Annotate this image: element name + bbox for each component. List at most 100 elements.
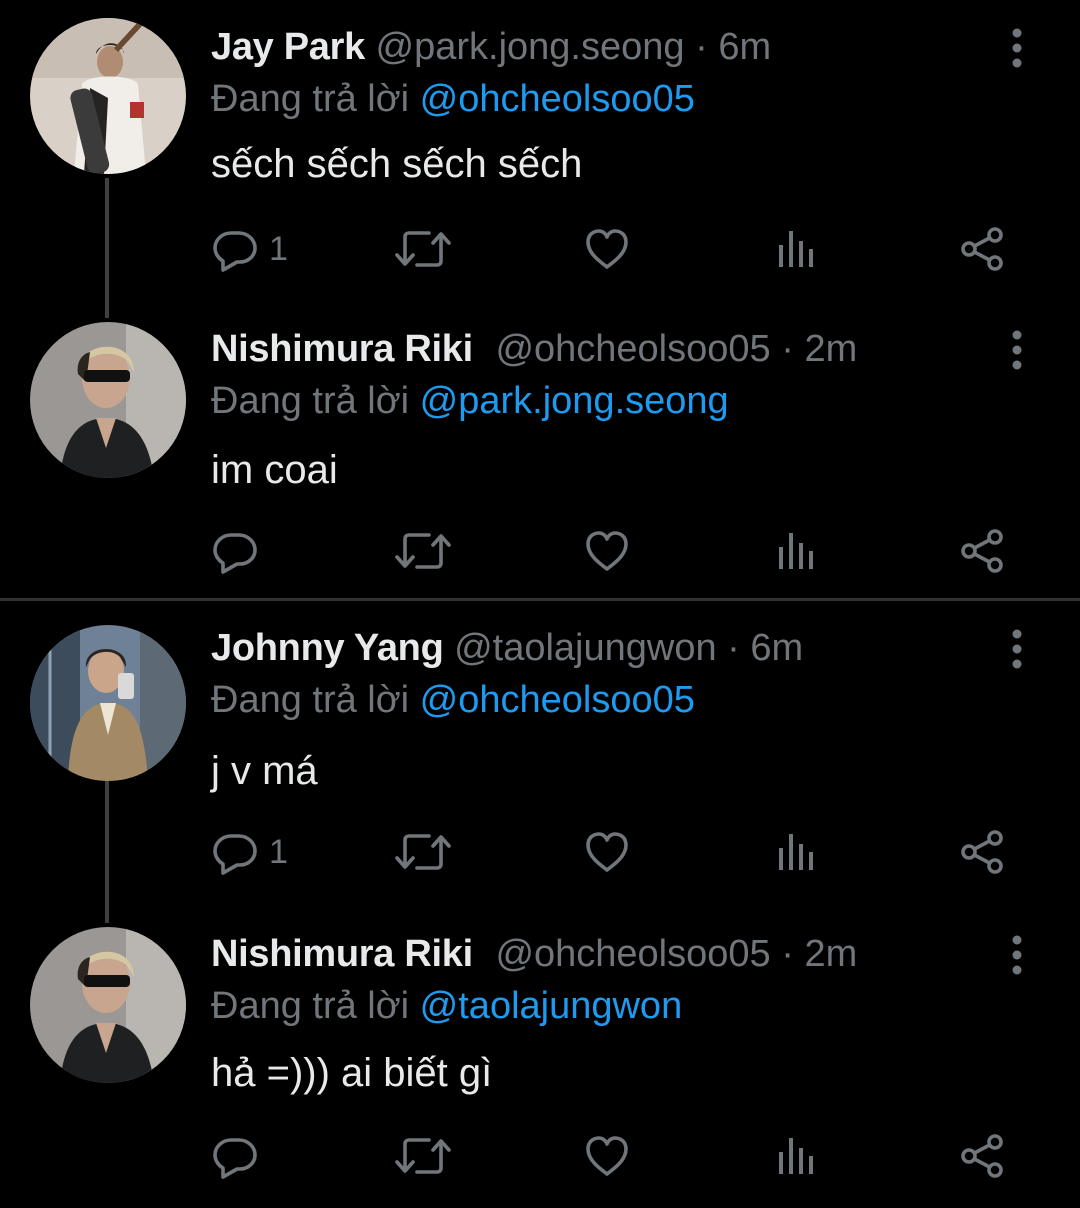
- retweet-button[interactable]: [395, 524, 451, 578]
- replying-to-line: Đang trả lời @taolajungwon: [211, 983, 682, 1029]
- display-name[interactable]: Jay Park: [211, 26, 365, 68]
- reply-button[interactable]: [211, 1129, 259, 1183]
- retweet-button[interactable]: [395, 825, 451, 879]
- tweet-actions: 1: [211, 825, 1031, 879]
- replying-to-line: Đang trả lời @park.jong.seong: [211, 378, 729, 424]
- avatar[interactable]: [30, 927, 186, 1083]
- avatar[interactable]: [30, 322, 186, 478]
- tweet-header: Nishimura Riki @ohcheolsoo05 · 2m: [211, 931, 857, 977]
- mention-link[interactable]: @ohcheolsoo05: [420, 78, 695, 120]
- like-button[interactable]: [583, 1129, 631, 1183]
- avatar[interactable]: [30, 18, 186, 174]
- replying-to-label: Đang trả lời: [211, 679, 420, 721]
- reply-icon: [211, 828, 259, 876]
- mention-link[interactable]: @ohcheolsoo05: [420, 679, 695, 721]
- more-icon: [1002, 26, 1032, 70]
- views-button[interactable]: [773, 222, 821, 276]
- conversation-thread: Johnny Yang @taolajungwon · 6m Đang trả …: [0, 601, 1080, 1208]
- thread-connector-line: [105, 781, 109, 923]
- like-button[interactable]: [583, 524, 631, 578]
- more-options-button[interactable]: [1002, 26, 1032, 70]
- reply-count: 1: [269, 230, 288, 268]
- views-button[interactable]: [773, 1129, 821, 1183]
- user-handle[interactable]: @park.jong.seong: [376, 26, 685, 68]
- share-icon: [959, 828, 1007, 876]
- tweet-header: Johnny Yang @taolajungwon · 6m: [211, 625, 803, 671]
- share-button[interactable]: [959, 825, 1007, 879]
- mention-link[interactable]: @park.jong.seong: [420, 380, 729, 422]
- share-button[interactable]: [959, 524, 1007, 578]
- thread-connector-line: [105, 178, 109, 318]
- tweet-text: j v má: [211, 749, 318, 793]
- tweet-text: hả =))) ai biết gì: [211, 1051, 493, 1095]
- more-options-button[interactable]: [1002, 328, 1032, 372]
- tweet-item[interactable]: Jay Park @park.jong.seong · 6m Đang trả …: [0, 0, 1080, 318]
- retweet-icon: [395, 828, 451, 876]
- more-options-button[interactable]: [1002, 627, 1032, 671]
- reply-count: 1: [269, 833, 288, 871]
- separator-dot: ·: [781, 328, 805, 370]
- retweet-icon: [395, 527, 451, 575]
- conversation-thread: Jay Park @park.jong.seong · 6m Đang trả …: [0, 0, 1080, 598]
- share-button[interactable]: [959, 222, 1007, 276]
- views-icon: [773, 225, 821, 273]
- tweet-text: sếch sếch sếch sếch: [211, 142, 583, 186]
- reply-button[interactable]: 1: [211, 825, 288, 879]
- tweet-item[interactable]: Johnny Yang @taolajungwon · 6m Đang trả …: [0, 601, 1080, 923]
- like-icon: [583, 225, 631, 273]
- replying-to-line: Đang trả lời @ohcheolsoo05: [211, 677, 695, 723]
- like-button[interactable]: [583, 222, 631, 276]
- more-options-button[interactable]: [1002, 933, 1032, 977]
- reply-button[interactable]: 1: [211, 222, 288, 276]
- replying-to-label: Đang trả lời: [211, 380, 420, 422]
- reply-icon: [211, 225, 259, 273]
- user-handle[interactable]: @taolajungwon: [454, 627, 717, 669]
- views-button[interactable]: [773, 825, 821, 879]
- share-button[interactable]: [959, 1129, 1007, 1183]
- tweet-actions: [211, 524, 1031, 578]
- replying-to-label: Đang trả lời: [211, 985, 420, 1027]
- tweet-header: Nishimura Riki @ohcheolsoo05 · 2m: [211, 326, 857, 372]
- replying-to-line: Đang trả lời @ohcheolsoo05: [211, 76, 695, 122]
- share-icon: [959, 1132, 1007, 1180]
- tweet-item[interactable]: Nishimura Riki @ohcheolsoo05 · 2m Đang t…: [0, 302, 1080, 598]
- more-icon: [1002, 627, 1032, 671]
- retweet-icon: [395, 225, 451, 273]
- separator-dot: ·: [695, 26, 719, 68]
- like-button[interactable]: [583, 825, 631, 879]
- display-name[interactable]: Nishimura Riki: [211, 933, 473, 975]
- more-icon: [1002, 328, 1032, 372]
- retweet-button[interactable]: [395, 222, 451, 276]
- timestamp[interactable]: 6m: [718, 26, 771, 68]
- share-icon: [959, 225, 1007, 273]
- like-icon: [583, 527, 631, 575]
- mention-link[interactable]: @taolajungwon: [420, 985, 683, 1027]
- tweet-item[interactable]: Nishimura Riki @ohcheolsoo05 · 2m Đang t…: [0, 907, 1080, 1208]
- retweet-button[interactable]: [395, 1129, 451, 1183]
- avatar[interactable]: [30, 625, 186, 781]
- timestamp[interactable]: 2m: [804, 328, 857, 370]
- tweet-header: Jay Park @park.jong.seong · 6m: [211, 24, 771, 70]
- timestamp[interactable]: 6m: [750, 627, 803, 669]
- tweet-text: im coai: [211, 448, 338, 492]
- timestamp[interactable]: 2m: [804, 933, 857, 975]
- user-handle[interactable]: @ohcheolsoo05: [495, 933, 770, 975]
- share-icon: [959, 527, 1007, 575]
- views-icon: [773, 1132, 821, 1180]
- like-icon: [583, 828, 631, 876]
- separator-dot: ·: [781, 933, 805, 975]
- tweet-actions: [211, 1129, 1031, 1183]
- user-handle[interactable]: @ohcheolsoo05: [495, 328, 770, 370]
- like-icon: [583, 1132, 631, 1180]
- display-name[interactable]: Johnny Yang: [211, 627, 444, 669]
- replying-to-label: Đang trả lời: [211, 78, 420, 120]
- display-name[interactable]: Nishimura Riki: [211, 328, 473, 370]
- views-icon: [773, 527, 821, 575]
- views-button[interactable]: [773, 524, 821, 578]
- more-icon: [1002, 933, 1032, 977]
- reply-icon: [211, 1132, 259, 1180]
- reply-button[interactable]: [211, 524, 259, 578]
- tweet-actions: 1: [211, 222, 1031, 276]
- separator-dot: ·: [727, 627, 751, 669]
- retweet-icon: [395, 1132, 451, 1180]
